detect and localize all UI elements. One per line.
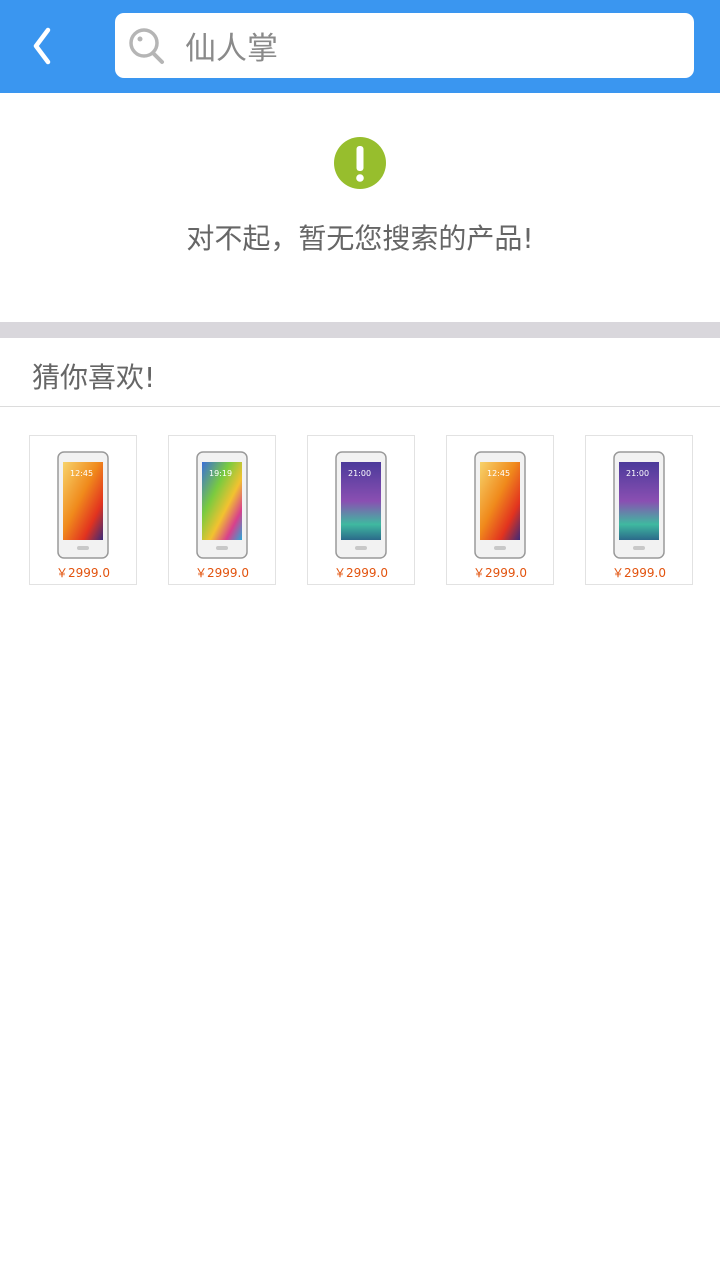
product-card[interactable]: 21:00 ￥2999.0 [307,435,415,585]
phone-image: 21:00 [586,450,692,560]
search-input[interactable] [185,13,675,78]
phone-clock: 21:00 [348,469,371,478]
search-icon [129,28,164,64]
product-price: ￥2999.0 [473,566,527,580]
phone-clock: 12:45 [487,469,510,478]
product-price: ￥2999.0 [56,566,110,580]
phone-clock: 12:45 [70,469,93,478]
phone-clock: 21:00 [626,469,649,478]
product-card[interactable]: 12:45 ￥2999.0 [446,435,554,585]
back-button[interactable] [22,24,62,68]
section-divider [0,322,720,338]
exclamation-icon [334,137,386,189]
divider-line [0,406,720,407]
phone-image: 12:45 [447,450,553,560]
product-price: ￥2999.0 [334,566,388,580]
chevron-left-icon [33,27,51,65]
top-bar [0,0,720,93]
product-card[interactable]: 19:19 ￥2999.0 [168,435,276,585]
product-price: ￥2999.0 [195,566,249,580]
phone-image: 12:45 [30,450,136,560]
phone-image: 21:00 [308,450,414,560]
phone-image: 19:19 [169,450,275,560]
phone-clock: 19:19 [209,469,232,478]
product-price: ￥2999.0 [612,566,666,580]
empty-result: 对不起，暂无您搜索的产品! [0,93,720,322]
search-box[interactable] [115,13,694,78]
product-card[interactable]: 21:00 ￥2999.0 [585,435,693,585]
empty-message: 对不起，暂无您搜索的产品! [186,222,534,255]
product-card[interactable]: 12:45 ￥2999.0 [29,435,137,585]
recommend-title: 猜你喜欢! [32,361,156,394]
